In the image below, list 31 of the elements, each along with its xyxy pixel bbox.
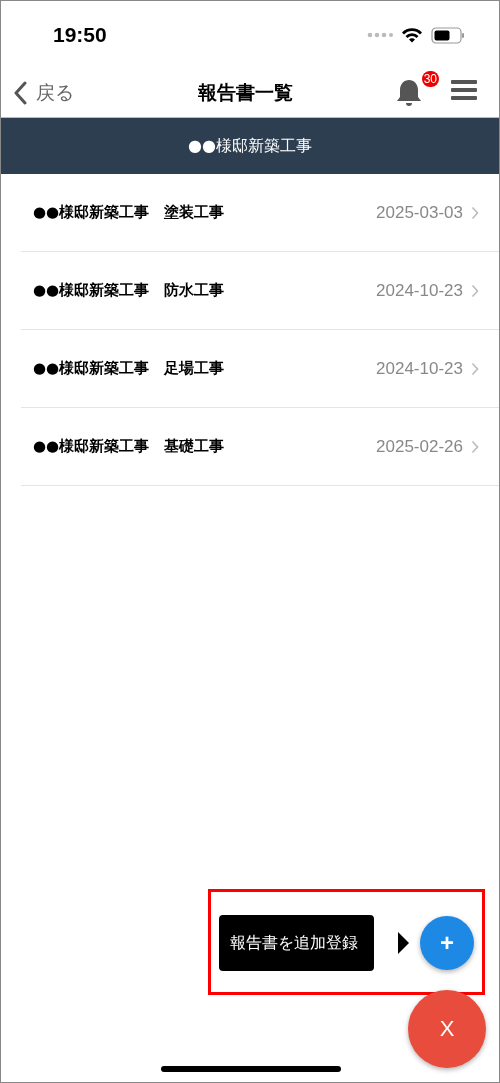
report-title: ●●様邸新築工事 防水工事 [33,281,226,300]
report-item[interactable]: ●●様邸新築工事 防水工事 2024-10-23 [21,252,499,330]
report-date: 2024-10-23 [376,358,463,379]
status-time: 19:50 [53,23,107,47]
tooltip: 報告書を追加登録 [219,915,374,971]
chevron-right-icon [471,205,479,220]
battery-icon [431,26,465,44]
project-title: ●●様邸新築工事 [188,135,312,157]
tooltip-pointer [398,932,409,954]
report-date: 2025-03-03 [376,202,463,223]
wifi-icon [401,27,423,43]
chevron-right-icon [471,361,479,376]
report-title: ●●様邸新築工事 足場工事 [33,359,226,378]
report-item[interactable]: ●●様邸新築工事 基礎工事 2025-02-26 [21,408,499,486]
notification-button[interactable]: 30 [393,71,439,109]
add-button[interactable]: + [420,916,474,970]
page-title: 報告書一覧 [197,80,293,105]
signal-icon [367,32,393,38]
report-date: 2024-10-23 [376,280,463,301]
chevron-right-icon [471,283,479,298]
notification-badge: 30 [421,71,439,87]
report-title: ●●様邸新築工事 塗装工事 [33,203,226,222]
report-item[interactable]: ●●様邸新築工事 足場工事 2024-10-23 [21,330,499,408]
report-title: ●●様邸新築工事 基礎工事 [33,437,226,456]
chevron-right-icon [471,439,479,454]
report-item[interactable]: ●●様邸新築工事 塗装工事 2025-03-03 [21,174,499,252]
report-date: 2025-02-26 [376,436,463,457]
menu-icon[interactable] [451,79,477,101]
close-button[interactable]: X [408,990,486,1068]
back-link[interactable]: 戻る [13,80,74,106]
chevron-left-icon [13,81,27,105]
